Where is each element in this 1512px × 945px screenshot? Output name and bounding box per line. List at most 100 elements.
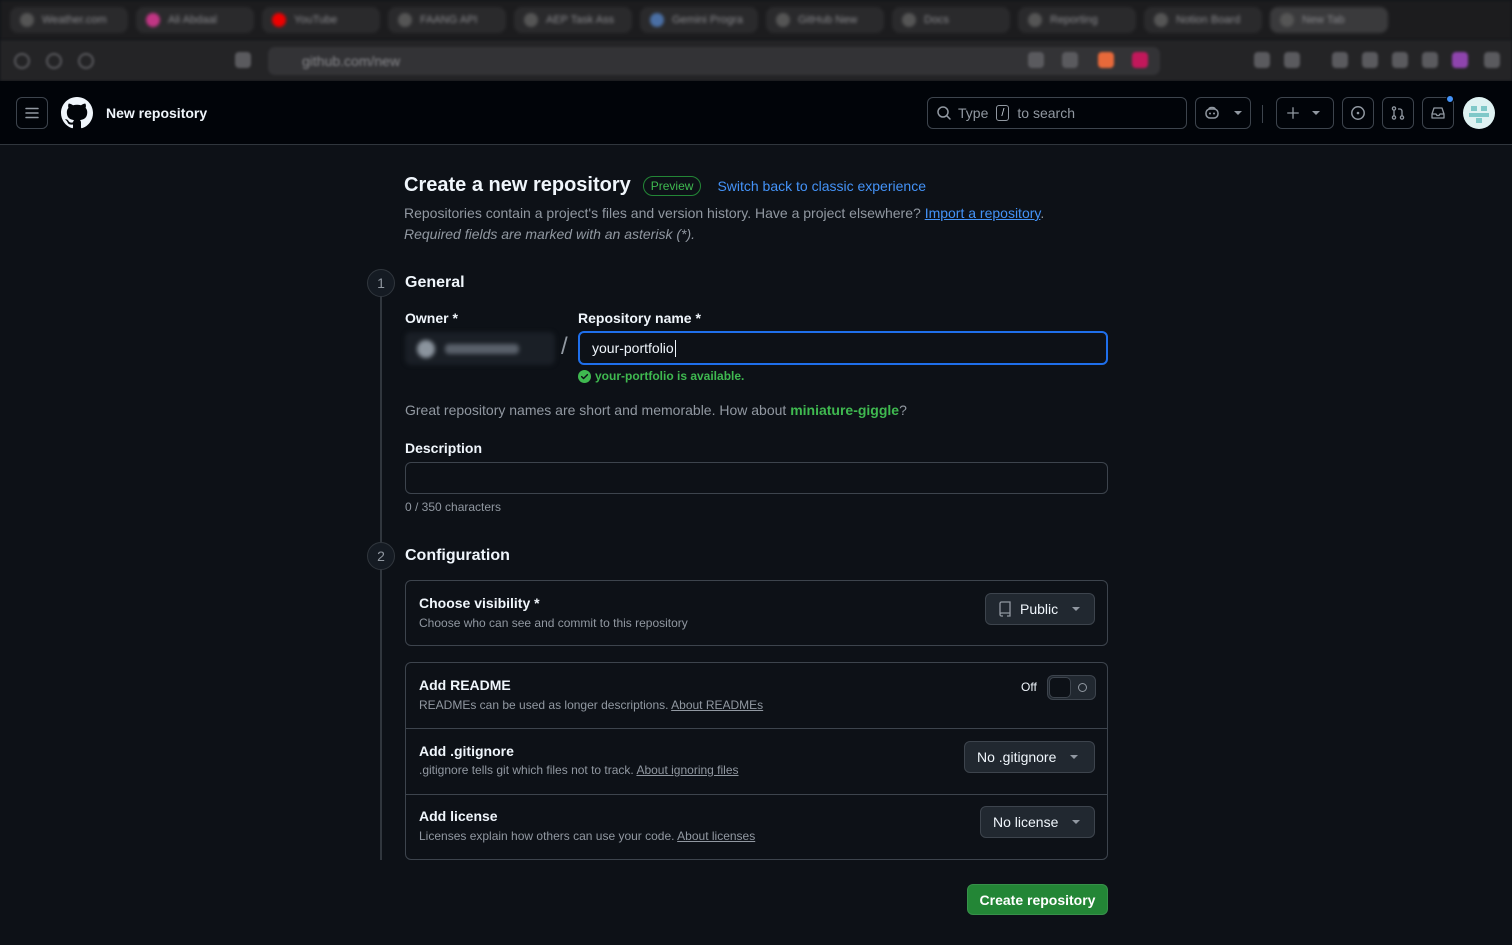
visibility-value: Public xyxy=(1020,601,1059,617)
browser-tab[interactable]: FAANG API xyxy=(388,7,506,33)
favicon-icon xyxy=(1154,13,1168,27)
owner-select[interactable] xyxy=(405,332,555,365)
plus-icon xyxy=(1287,107,1299,119)
section-title-general: General xyxy=(405,274,465,291)
extension-icon[interactable] xyxy=(1062,52,1078,68)
browser-tab[interactable]: YouTube xyxy=(262,7,380,33)
description-label: Description xyxy=(405,440,483,456)
rewards-icon[interactable] xyxy=(1132,52,1148,68)
visibility-description: Choose who can see and commit to this re… xyxy=(419,616,688,630)
owner-repo-separator: / xyxy=(561,333,568,360)
issue-opened-icon xyxy=(1351,106,1365,120)
menu-icon[interactable] xyxy=(1484,52,1500,68)
profile-icon[interactable] xyxy=(1452,52,1468,68)
forward-icon[interactable] xyxy=(46,52,62,69)
switch-classic-link[interactable]: Switch back to classic experience xyxy=(717,178,926,194)
browser-tab[interactable]: AEP Task Ass xyxy=(514,7,632,33)
extension-icon[interactable] xyxy=(1028,52,1044,68)
toggle-knob xyxy=(1049,677,1071,698)
chevron-down-icon xyxy=(1234,111,1242,115)
owner-avatar xyxy=(417,339,435,358)
license-value: No license xyxy=(993,814,1059,830)
intro-text: Repositories contain a project's files a… xyxy=(404,203,1044,245)
github-logo-icon[interactable] xyxy=(61,97,93,129)
brave-shield-icon[interactable] xyxy=(1098,52,1114,68)
import-repository-link[interactable]: Import a repository xyxy=(925,205,1041,221)
row-divider xyxy=(406,728,1107,729)
copilot-icon xyxy=(1205,106,1219,119)
issues-button[interactable] xyxy=(1342,97,1374,129)
extension-icon[interactable] xyxy=(1254,52,1270,68)
search-input[interactable]: Type / to search xyxy=(927,97,1187,129)
browser-tab-active[interactable]: New Tab xyxy=(1270,7,1388,33)
notification-dot xyxy=(1446,95,1454,103)
favicon-icon xyxy=(902,13,916,27)
favicon-icon xyxy=(1028,13,1042,27)
back-icon[interactable] xyxy=(14,52,30,69)
about-readmes-link[interactable]: About READMEs xyxy=(671,698,763,712)
extension-icon[interactable] xyxy=(1392,52,1408,68)
owner-name xyxy=(445,343,519,354)
visibility-dropdown[interactable]: Public xyxy=(985,593,1095,625)
suggestion-end: ? xyxy=(899,402,907,418)
browser-tab[interactable]: GitHub New xyxy=(766,7,884,33)
description-input[interactable] xyxy=(405,462,1108,494)
text-cursor xyxy=(674,339,676,357)
favicon-icon xyxy=(398,13,412,27)
page-title: Create a new repository xyxy=(404,174,631,196)
row-divider xyxy=(406,794,1107,795)
step-number-2: 2 xyxy=(367,542,395,570)
browser-tab[interactable]: Ali Abdaal xyxy=(136,7,254,33)
browser-tab[interactable]: Reporting xyxy=(1018,7,1136,33)
address-bar[interactable]: github.com/new xyxy=(268,47,1160,75)
repo-name-input[interactable]: your-portfolio xyxy=(578,331,1108,365)
bookmark-icon[interactable] xyxy=(235,52,251,68)
extension-icon[interactable] xyxy=(1284,52,1300,68)
license-title: Add license xyxy=(419,808,498,824)
repo-name-label: Repository name * xyxy=(578,310,701,326)
browser-tab[interactable]: Weather.com xyxy=(10,7,128,33)
reload-icon[interactable] xyxy=(78,52,94,69)
favicon-icon xyxy=(524,13,538,27)
search-placeholder-prefix: Type xyxy=(958,105,989,121)
readme-toggle[interactable] xyxy=(1047,675,1096,700)
gitignore-dropdown[interactable]: No .gitignore xyxy=(964,741,1095,773)
step-number-1: 1 xyxy=(367,269,395,297)
avatar[interactable] xyxy=(1463,97,1495,129)
section-title-configuration: Configuration xyxy=(405,547,510,564)
create-new-button[interactable] xyxy=(1276,97,1334,129)
browser-toolbar: github.com/new xyxy=(0,40,1512,81)
browser-tab[interactable]: Notion Board xyxy=(1144,7,1262,33)
owner-label: Owner * xyxy=(405,310,458,326)
inbox-icon xyxy=(1431,107,1445,119)
create-repository-button[interactable]: Create repository xyxy=(967,884,1108,915)
gitignore-description-text: .gitignore tells git which files not to … xyxy=(419,763,634,777)
git-pull-request-icon xyxy=(1391,106,1405,120)
context-title[interactable]: New repository xyxy=(106,105,207,121)
extension-icon[interactable] xyxy=(1332,52,1348,68)
about-licenses-link[interactable]: About licenses xyxy=(677,829,755,843)
toggle-off-icon xyxy=(1078,683,1087,692)
extension-icon[interactable] xyxy=(1422,52,1438,68)
browser-tab[interactable]: Gemini Progra xyxy=(640,7,758,33)
browser-tab[interactable]: Docs xyxy=(892,7,1010,33)
search-icon xyxy=(937,106,951,120)
copilot-button[interactable] xyxy=(1195,97,1251,129)
hamburger-menu-button[interactable] xyxy=(16,97,48,129)
readme-description: READMEs can be used as longer descriptio… xyxy=(419,698,763,712)
chevron-down-icon xyxy=(1072,820,1081,824)
pull-requests-button[interactable] xyxy=(1382,97,1414,129)
chevron-down-icon xyxy=(1072,607,1081,611)
readme-title: Add README xyxy=(419,677,511,693)
preview-badge: Preview xyxy=(642,175,702,196)
name-suggestion: Great repository names are short and mem… xyxy=(405,402,907,418)
required-fields-note: Required fields are marked with an aster… xyxy=(404,226,696,242)
availability-message: your-portfolio is available. xyxy=(578,369,744,383)
suggested-name-link[interactable]: miniature-giggle xyxy=(790,402,899,418)
extension-icon[interactable] xyxy=(1362,52,1378,68)
suggestion-text: Great repository names are short and mem… xyxy=(405,402,791,418)
license-dropdown[interactable]: No license xyxy=(980,806,1095,838)
about-ignoring-files-link[interactable]: About ignoring files xyxy=(636,763,738,777)
character-count: 0 / 350 characters xyxy=(405,500,502,514)
intro-period: . xyxy=(1040,205,1045,221)
